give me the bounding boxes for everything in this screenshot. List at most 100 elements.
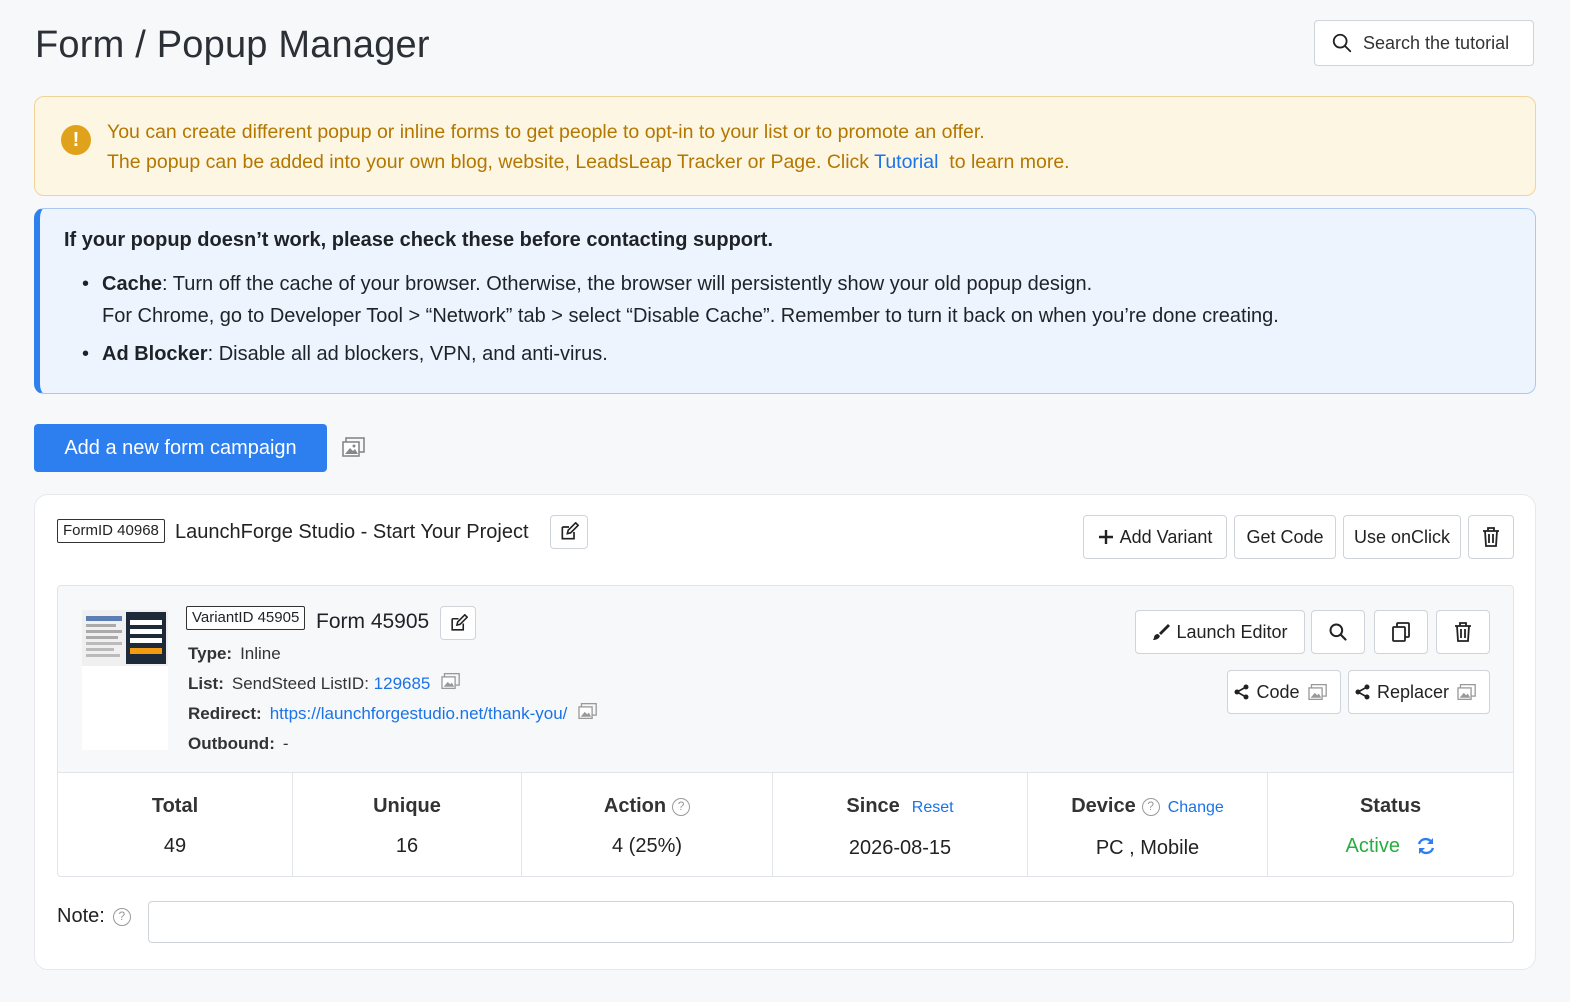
help-icon[interactable]: ? xyxy=(112,908,131,926)
stats-table: Total 49 Unique 16 Action? 4 (25%) Since… xyxy=(58,772,1513,876)
help-icon[interactable]: ? xyxy=(672,798,691,816)
trash-icon xyxy=(1483,527,1499,547)
refresh-icon[interactable] xyxy=(1416,836,1436,856)
cache-item: Cache: Turn off the cache of your browse… xyxy=(82,268,1535,332)
share-icon xyxy=(1355,684,1370,700)
stat-device-value: PC , Mobile xyxy=(1095,837,1200,859)
image-help-icon[interactable] xyxy=(441,672,461,697)
image-help-icon xyxy=(1307,683,1327,701)
stat-unique-value: 16 xyxy=(395,835,419,857)
variant-list: List: SendSteed ListID: 129685 xyxy=(188,672,461,697)
info-list: Cache: Turn off the cache of your browse… xyxy=(64,268,1535,370)
search-icon xyxy=(1332,33,1352,53)
adblock-text: : Disable all ad blockers, VPN, and anti… xyxy=(207,343,608,365)
add-variant-label: Add Variant xyxy=(1119,526,1213,547)
list-id-link[interactable]: 129685 xyxy=(374,674,431,693)
variant-code-label: Code xyxy=(1256,681,1300,702)
variant-thumbnail[interactable] xyxy=(82,610,168,750)
stat-total: Total 49 xyxy=(58,773,293,876)
page-title: Form / Popup Manager xyxy=(35,24,430,66)
search-icon xyxy=(1329,623,1347,641)
list-label: List: xyxy=(188,674,224,693)
header: Form / Popup Manager Search the tutorial xyxy=(35,20,1534,70)
preview-variant-button[interactable] xyxy=(1311,610,1365,654)
cache-label: Cache xyxy=(102,273,163,295)
stat-status-label: Status xyxy=(1359,795,1422,817)
stat-total-value: 49 xyxy=(163,835,187,857)
use-onclick-button[interactable]: Use onClick xyxy=(1343,515,1461,559)
stat-unique-label: Unique xyxy=(373,795,441,817)
info-alert: If your popup doesn’t work, please check… xyxy=(34,208,1536,394)
redirect-url-link[interactable]: https://launchforgestudio.net/thank-you/ xyxy=(270,704,568,723)
stat-status-value-wrap: Active xyxy=(1268,833,1513,859)
variant-replacer-button[interactable]: Replacer xyxy=(1348,670,1490,714)
share-icon xyxy=(1234,684,1249,700)
change-device-link[interactable]: Change xyxy=(1168,799,1224,816)
cache-text-2: For Chrome, go to Developer Tool > “Netw… xyxy=(102,305,1279,327)
warning-line-2: The popup can be added into your own blo… xyxy=(107,147,1535,177)
type-label: Type: xyxy=(188,644,233,663)
outbound-value: - xyxy=(282,734,289,753)
reset-link[interactable]: Reset xyxy=(912,799,954,816)
search-tutorial-label: Search the tutorial xyxy=(1363,32,1510,53)
copy-icon xyxy=(1392,622,1410,642)
redirect-label: Redirect: xyxy=(188,704,262,723)
launch-editor-label: Launch Editor xyxy=(1176,621,1288,642)
add-variant-button[interactable]: Add Variant xyxy=(1083,515,1227,559)
trash-icon xyxy=(1455,622,1471,642)
stat-since-label: Since xyxy=(846,795,900,817)
stat-since-header: Since Reset xyxy=(773,793,1027,821)
warning-line-1: You can create different popup or inline… xyxy=(107,121,985,143)
variant-outbound: Outbound: - xyxy=(188,732,289,756)
warning-line-2-tail: to learn more. xyxy=(938,151,1070,173)
variant-type: Type: Inline xyxy=(188,642,281,666)
cache-text: : Turn off the cache of your browser. Ot… xyxy=(162,273,1093,295)
stat-device: Device? Change PC , Mobile xyxy=(1028,773,1268,876)
list-value: SendSteed ListID: xyxy=(231,674,369,693)
form-name: LaunchForge Studio - Start Your Project xyxy=(175,521,529,543)
add-campaign-button[interactable]: Add a new form campaign xyxy=(34,424,327,472)
brush-icon xyxy=(1153,624,1171,640)
warning-line-2-text: The popup can be added into your own blo… xyxy=(107,151,875,173)
get-code-button[interactable]: Get Code xyxy=(1234,515,1336,559)
edit-variant-name-button[interactable] xyxy=(440,606,476,640)
image-help-icon[interactable] xyxy=(342,436,366,463)
plus-icon xyxy=(1098,530,1113,544)
note-label: Note: xyxy=(57,905,105,927)
delete-form-button[interactable] xyxy=(1468,515,1514,559)
stat-status: Status Active xyxy=(1268,773,1513,876)
status-active: Active xyxy=(1345,835,1400,857)
type-value: Inline xyxy=(240,644,281,663)
outbound-label: Outbound: xyxy=(188,734,275,753)
edit-icon xyxy=(450,613,468,631)
warning-alert: ! You can create different popup or inli… xyxy=(34,96,1536,196)
stat-since: Since Reset 2026-08-15 xyxy=(773,773,1028,876)
image-help-icon[interactable] xyxy=(578,702,598,727)
variant-replacer-label: Replacer xyxy=(1376,681,1450,702)
delete-variant-button[interactable] xyxy=(1436,610,1490,654)
stat-action: Action? 4 (25%) xyxy=(522,773,773,876)
edit-form-name-button[interactable] xyxy=(550,515,588,549)
help-icon[interactable]: ? xyxy=(1141,798,1160,816)
adblock-item: Ad Blocker: Disable all ad blockers, VPN… xyxy=(82,338,1535,370)
stat-action-label: Action xyxy=(603,795,667,817)
info-title: If your popup doesn’t work, please check… xyxy=(64,229,774,251)
variant-code-button[interactable]: Code xyxy=(1227,670,1341,714)
stat-device-label: Device xyxy=(1071,795,1136,817)
stat-total-label: Total xyxy=(151,795,199,817)
search-tutorial-button[interactable]: Search the tutorial xyxy=(1314,20,1534,66)
tutorial-link[interactable]: Tutorial xyxy=(874,151,938,173)
adblock-label: Ad Blocker xyxy=(102,343,208,365)
variant-name: Form 45905 xyxy=(316,610,430,633)
variant-id-badge: VariantID 45905 xyxy=(186,606,306,630)
launch-editor-button[interactable]: Launch Editor xyxy=(1135,610,1305,654)
note-label-wrap: Note:? xyxy=(57,905,131,928)
variant-redirect: Redirect: https://launchforgestudio.net/t… xyxy=(188,702,598,727)
stat-since-value: 2026-08-15 xyxy=(848,837,952,859)
duplicate-variant-button[interactable] xyxy=(1374,610,1428,654)
variant-panel: VariantID 45905 Form 45905 Type: Inline L… xyxy=(57,585,1514,877)
form-id-badge: FormID 40968 xyxy=(57,519,165,543)
stat-action-value: 4 (25%) xyxy=(611,835,683,857)
note-input[interactable] xyxy=(148,901,1514,943)
form-card: FormID 40968 LaunchForge Studio - Start … xyxy=(34,494,1536,970)
